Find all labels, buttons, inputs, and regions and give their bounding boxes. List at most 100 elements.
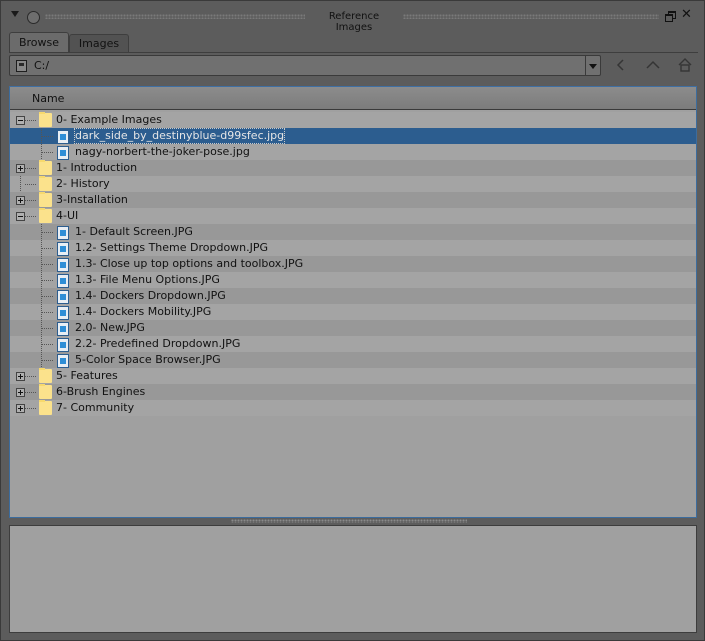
tree-item-label: 3-Installation — [56, 193, 128, 206]
tab-images[interactable]: Images — [69, 34, 129, 52]
up-arrow-icon[interactable] — [644, 56, 662, 74]
tree-file-row[interactable]: 1.2- Settings Theme Dropdown.JPG — [10, 240, 696, 256]
tree-folder-row[interactable]: 0- Example Images — [10, 112, 696, 128]
tree-item-label: 1.4- Dockers Mobility.JPG — [75, 305, 212, 318]
path-combobox[interactable]: C:/ — [9, 55, 601, 76]
expand-icon[interactable] — [16, 404, 25, 413]
tree-connector — [25, 216, 37, 217]
folder-icon — [39, 160, 52, 175]
tree-file-row[interactable]: nagy-norbert-the-joker-pose.jpg — [10, 144, 696, 160]
tree-item-label: 5- Features — [56, 369, 118, 382]
tree-item-label: 2.2- Predefined Dropdown.JPG — [75, 337, 241, 350]
drive-icon — [16, 60, 27, 72]
tree-folder-row[interactable]: 4-UI — [10, 208, 696, 224]
tree-item-label: 6-Brush Engines — [56, 385, 146, 398]
expand-icon[interactable] — [16, 196, 25, 205]
file-tree[interactable]: Name 0- Example Images dark_side_by_desti… — [9, 86, 697, 518]
tree-connector — [20, 176, 21, 192]
splitter-handle[interactable] — [231, 519, 467, 523]
tree-connector — [25, 120, 37, 121]
column-header-name[interactable]: Name — [10, 87, 696, 110]
tree-item-label: 1.2- Settings Theme Dropdown.JPG — [75, 241, 269, 254]
tree-folder-row[interactable]: 5- Features — [10, 368, 696, 384]
folder-icon — [39, 112, 52, 127]
folder-icon — [39, 400, 52, 415]
tree-item-label: 4-UI — [56, 209, 79, 222]
tree-file-row[interactable]: 2.0- New.JPG — [10, 320, 696, 336]
tree-connector — [25, 376, 37, 377]
tree-connector — [42, 136, 54, 137]
docker-title: Reference Images — [328, 11, 380, 33]
image-file-icon — [57, 226, 69, 240]
tree-item-label: 1- Introduction — [56, 161, 138, 174]
expand-icon[interactable] — [16, 164, 25, 173]
tree-item-label: dark_side_by_destinyblue-d99sfec.jpg — [73, 128, 286, 144]
tree-item-label: 7- Community — [56, 401, 135, 414]
folder-icon — [39, 208, 52, 223]
tree-folder-row[interactable]: 7- Community — [10, 400, 696, 416]
tree-item-label: 2.0- New.JPG — [75, 321, 145, 334]
tab-divider — [9, 52, 698, 53]
tree-folder-row[interactable]: 6-Brush Engines — [10, 384, 696, 400]
tree-file-row[interactable]: 1.3- Close up top options and toolbox.JP… — [10, 256, 696, 272]
folder-icon — [39, 176, 52, 191]
expand-icon[interactable] — [16, 372, 25, 381]
tree-folder-row[interactable]: 1- Introduction — [10, 160, 696, 176]
collapse-icon[interactable] — [16, 212, 25, 221]
tree-connector — [25, 168, 37, 169]
folder-icon — [39, 384, 52, 399]
close-icon[interactable]: ✕ — [681, 8, 692, 22]
tab-browse[interactable]: Browse — [9, 32, 69, 53]
image-file-icon — [57, 322, 69, 336]
tree-item-label: 5-Color Space Browser.JPG — [75, 353, 221, 366]
tree-file-row[interactable]: 1- Default Screen.JPG — [10, 224, 696, 240]
tree-item-label: nagy-norbert-the-joker-pose.jpg — [75, 145, 250, 158]
tree-item-label: 2- History — [56, 177, 110, 190]
tree-item-label: 1.3- File Menu Options.JPG — [75, 273, 220, 286]
image-file-icon — [57, 146, 69, 160]
image-file-icon — [57, 242, 69, 256]
image-file-icon — [57, 130, 69, 144]
image-file-icon — [57, 290, 69, 304]
docker-titlebar[interactable]: Reference Images ✕ — [1, 1, 704, 33]
titlebar-grip-right[interactable] — [403, 14, 659, 19]
tree-connector — [42, 360, 54, 361]
tree-connector — [42, 152, 54, 153]
lock-icon[interactable] — [27, 11, 40, 24]
tree-item-label: 1.3- Close up top options and toolbox.JP… — [75, 257, 304, 270]
float-window-icon[interactable] — [665, 11, 676, 22]
tree-connector — [42, 328, 54, 329]
tree-file-row[interactable]: 5-Color Space Browser.JPG — [10, 352, 696, 368]
tree-folder-row[interactable]: 3-Installation — [10, 192, 696, 208]
titlebar-grip-left[interactable] — [45, 14, 305, 19]
preview-panel — [9, 525, 697, 633]
tree-item-label: 1.4- Dockers Dropdown.JPG — [75, 289, 226, 302]
tree-file-row[interactable]: 1.3- File Menu Options.JPG — [10, 272, 696, 288]
tree-file-row[interactable]: 1.4- Dockers Mobility.JPG — [10, 304, 696, 320]
tree-item-label: 0- Example Images — [56, 113, 162, 126]
image-file-icon — [57, 258, 69, 272]
tree-connector — [42, 344, 54, 345]
tree-connector — [42, 264, 54, 265]
expand-icon[interactable] — [16, 388, 25, 397]
tree-folder-row[interactable]: 2- History — [10, 176, 696, 192]
tree-connector — [25, 184, 37, 185]
tree-connector — [25, 392, 37, 393]
tree-file-row[interactable]: 2.2- Predefined Dropdown.JPG — [10, 336, 696, 352]
chevron-down-icon[interactable] — [585, 56, 600, 75]
collapse-icon[interactable] — [16, 116, 25, 125]
tree-connector — [42, 280, 54, 281]
tree-connector — [25, 408, 37, 409]
tree-rows: 0- Example Images dark_side_by_destinyblu… — [10, 112, 696, 416]
chevron-down-icon[interactable] — [11, 11, 19, 17]
tree-file-row[interactable]: 1.4- Dockers Dropdown.JPG — [10, 288, 696, 304]
home-icon[interactable] — [676, 56, 694, 74]
tree-connector — [25, 200, 37, 201]
tree-file-row[interactable]: dark_side_by_destinyblue-d99sfec.jpg — [10, 128, 696, 144]
image-file-icon — [57, 306, 69, 320]
tree-connector — [42, 232, 54, 233]
path-value: C:/ — [34, 59, 50, 72]
image-file-icon — [57, 354, 69, 368]
image-file-icon — [57, 338, 69, 352]
back-arrow-icon[interactable] — [612, 56, 630, 74]
